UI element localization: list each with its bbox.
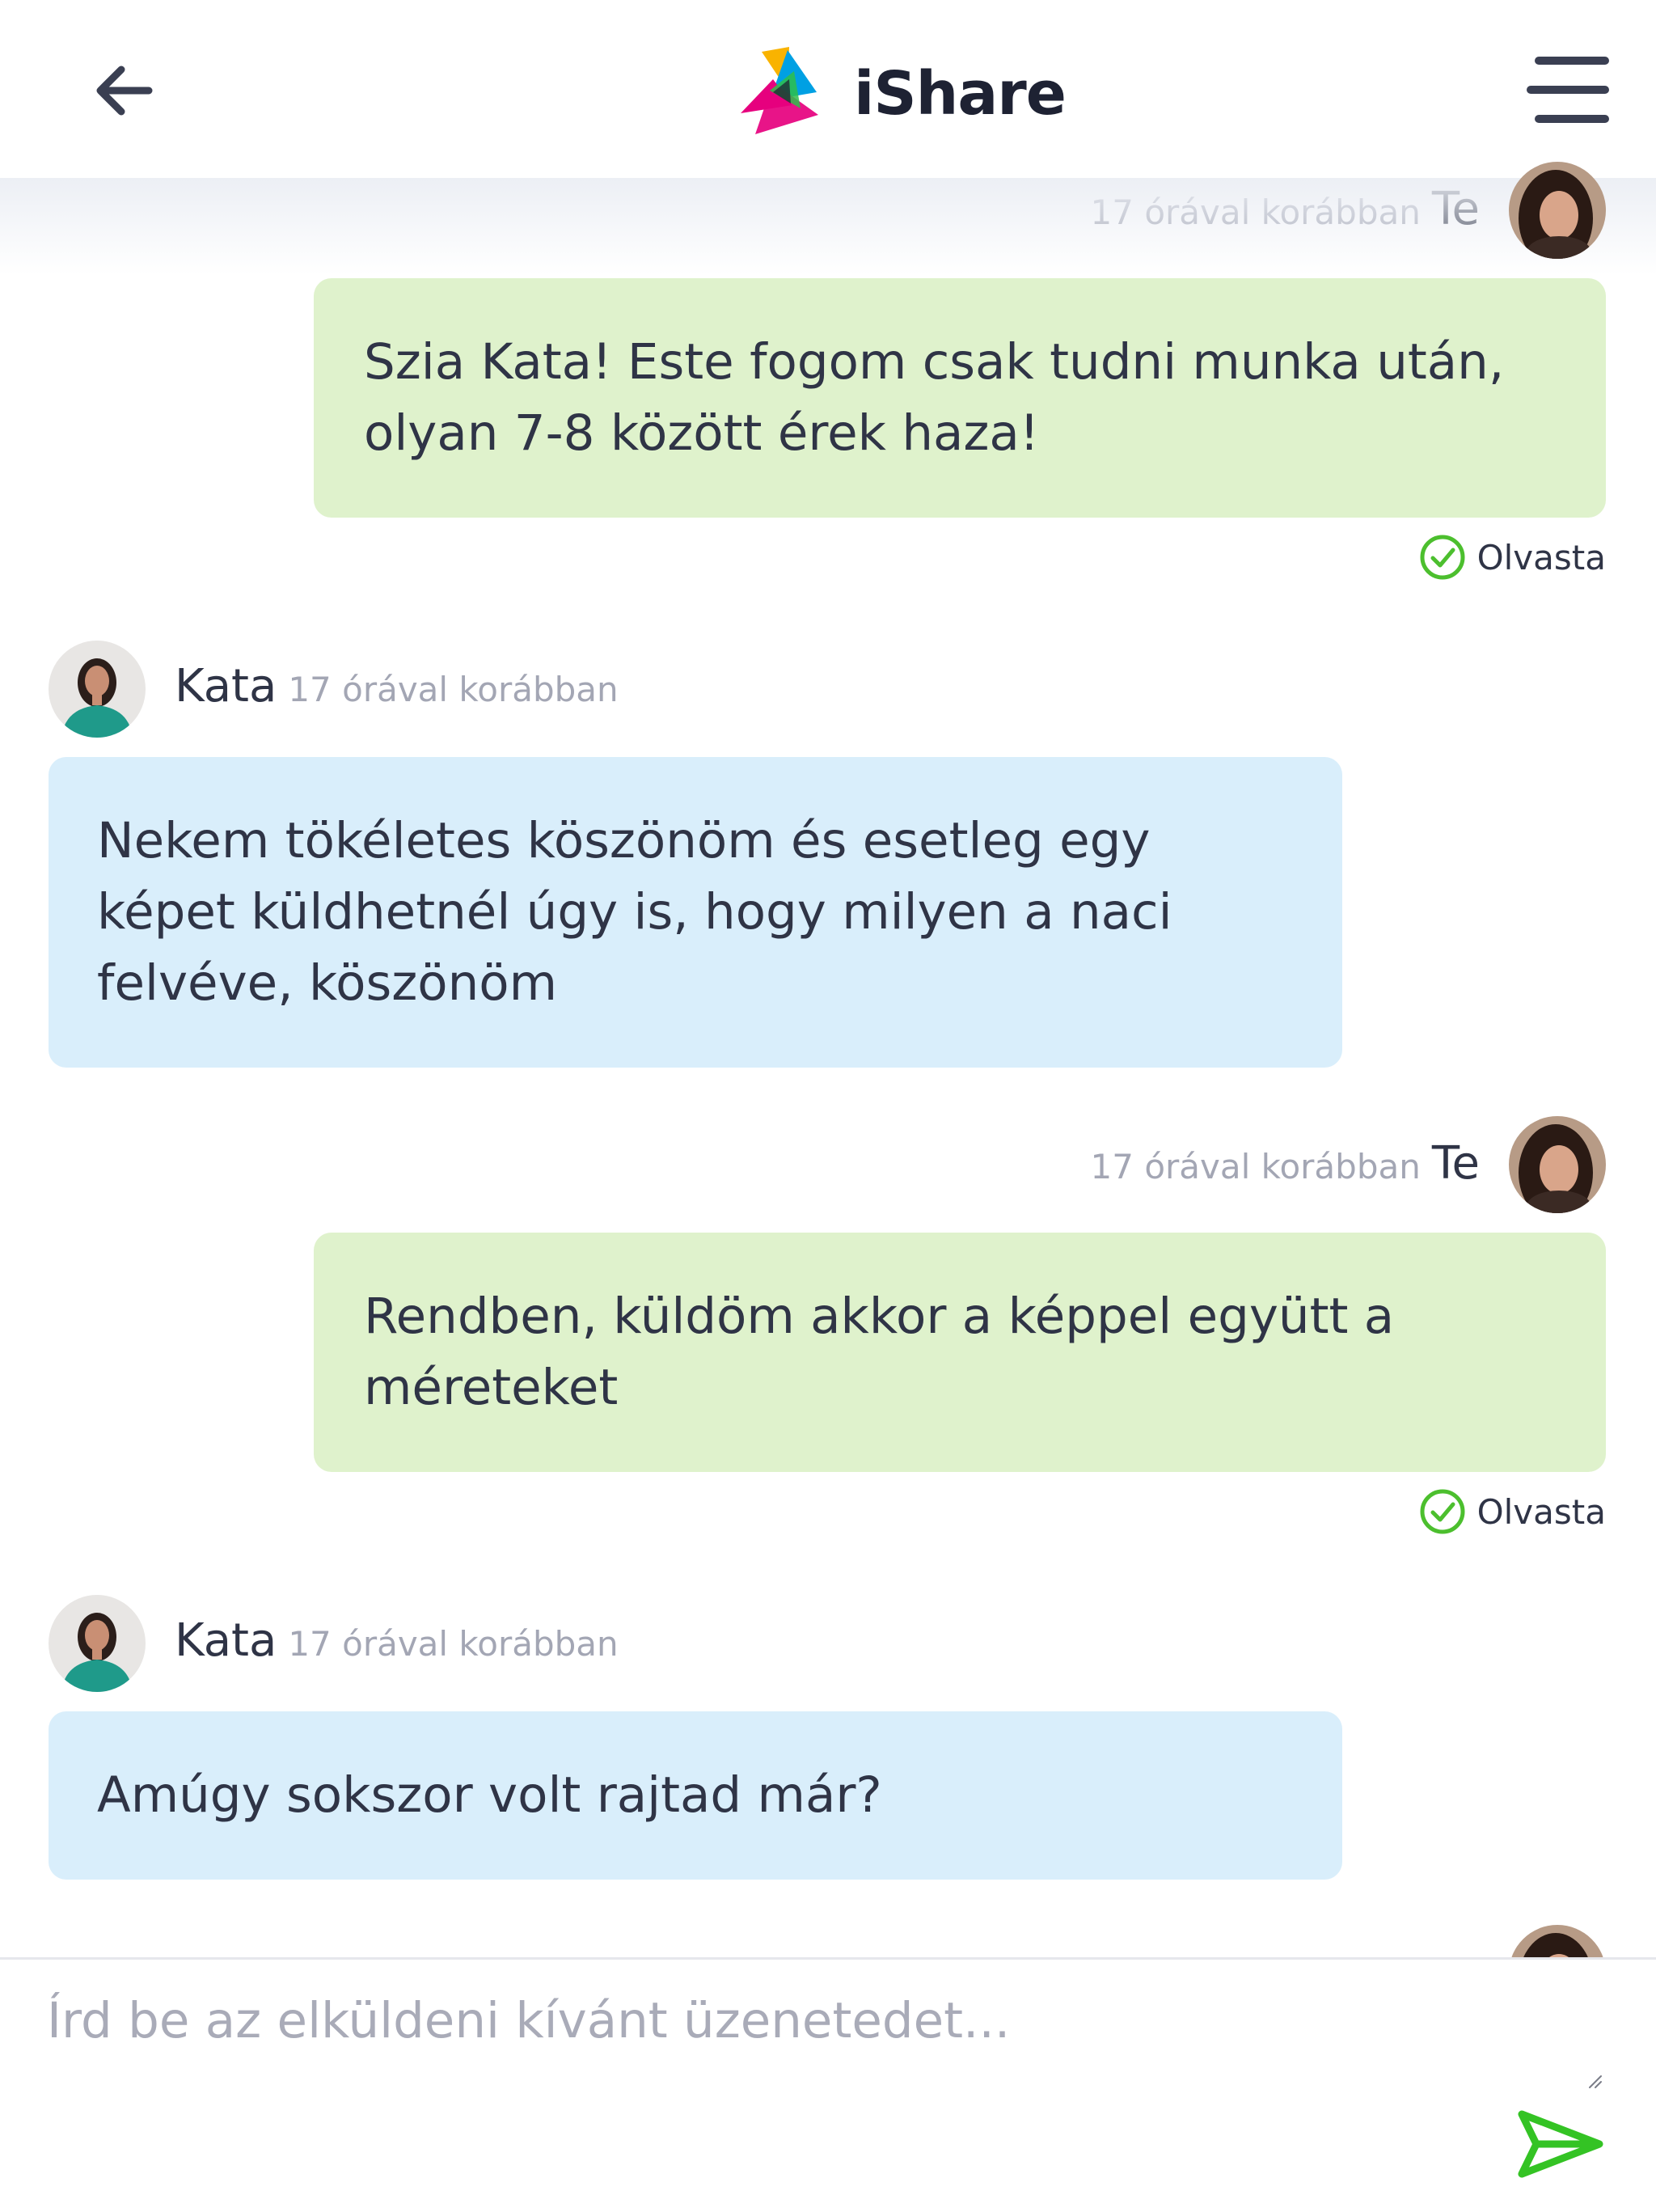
message-composer [0, 1957, 1656, 2212]
avatar-kata[interactable] [49, 1595, 146, 1692]
sender-name: Kata [175, 660, 277, 713]
avatar-kata[interactable] [49, 641, 146, 738]
message-time: 17 órával korábban [288, 670, 619, 709]
read-status-label: Olvasta [1476, 537, 1606, 577]
app-title: iShare [854, 59, 1067, 129]
message-bubble-me[interactable]: Szia Kata! Este fogom csak tudni munka u… [314, 278, 1606, 518]
sender-name: Kata [175, 1614, 277, 1667]
avatar-me[interactable] [1509, 1116, 1606, 1213]
arrow-left-icon [96, 66, 153, 116]
message-meta: Kata 17 órával korábban [175, 660, 619, 713]
message-input[interactable] [47, 1992, 1583, 2154]
message-bubble-other[interactable]: Nekem tökéletes köszönöm és esetleg egy … [49, 757, 1342, 1068]
message-meta: 17 órával korábban Te [1091, 1137, 1480, 1190]
read-status: Olvasta [1419, 534, 1606, 581]
message-bubble-me[interactable]: Rendben, küldöm akkor a képpel együtt a … [314, 1233, 1606, 1472]
read-status: Olvasta [1419, 1488, 1606, 1535]
send-icon [1518, 2110, 1603, 2178]
message-bubble-other[interactable]: Amúgy sokszor volt rajtad már? [49, 1711, 1342, 1880]
message-time: 17 órával korábban [1090, 1147, 1421, 1186]
menu-button[interactable] [1527, 57, 1609, 125]
resize-grip-icon[interactable] [1586, 2073, 1603, 2089]
check-circle-icon [1420, 1489, 1465, 1534]
hamburger-menu-icon [1535, 57, 1609, 65]
message-meta: Kata 17 órával korábban [175, 1614, 619, 1667]
sender-name: Te [1431, 183, 1480, 235]
back-button[interactable] [91, 58, 155, 123]
app-header: iShare [0, 0, 1656, 178]
message-time: 17 órával korábban [1090, 192, 1421, 232]
message-meta: 17 órával korábban Te [1091, 183, 1480, 235]
avatar-me[interactable] [1509, 162, 1606, 259]
ishare-logo [737, 44, 822, 134]
send-button[interactable] [1517, 2108, 1604, 2180]
sender-name: Te [1431, 1137, 1480, 1190]
check-circle-icon [1420, 535, 1465, 580]
message-time: 17 órával korábban [288, 1624, 619, 1664]
read-status-label: Olvasta [1476, 1491, 1606, 1532]
